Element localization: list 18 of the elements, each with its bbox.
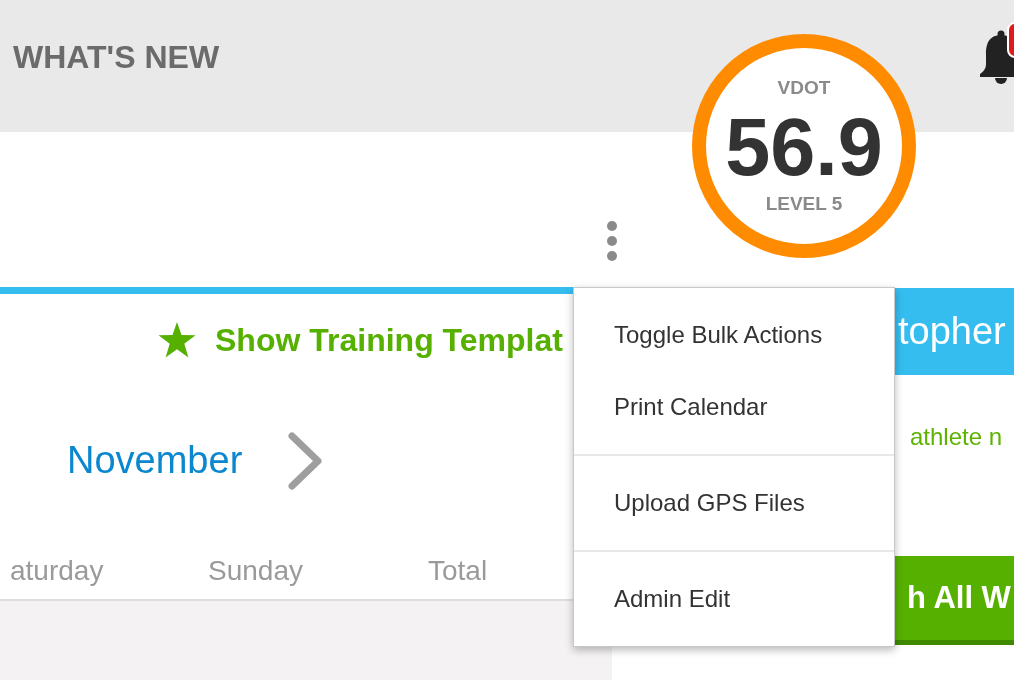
athlete-note: athlete n [910, 422, 1003, 452]
score-value: 56.9 [725, 106, 883, 188]
page-title: WHAT'S NEW [12, 38, 220, 77]
level-label: LEVEL 5 [765, 193, 843, 215]
menu-item[interactable]: Toggle Bulk Actions [574, 299, 894, 371]
month-label: November [67, 438, 243, 484]
column-header: Sunday [208, 554, 304, 587]
menu-item[interactable]: Admin Edit [574, 563, 894, 635]
column-header: aturday [10, 554, 105, 587]
menu-item[interactable]: Print Calendar [574, 371, 894, 443]
chevron-right-icon[interactable] [287, 431, 324, 491]
score-label: VDOT [777, 77, 831, 99]
bell-icon[interactable] [980, 22, 1014, 84]
more-options-icon[interactable] [606, 220, 618, 262]
menu-item[interactable]: Upload GPS Files [574, 467, 894, 539]
athlete-name: topher [898, 308, 1006, 354]
column-header: Total [428, 554, 488, 587]
star-icon [158, 322, 196, 358]
